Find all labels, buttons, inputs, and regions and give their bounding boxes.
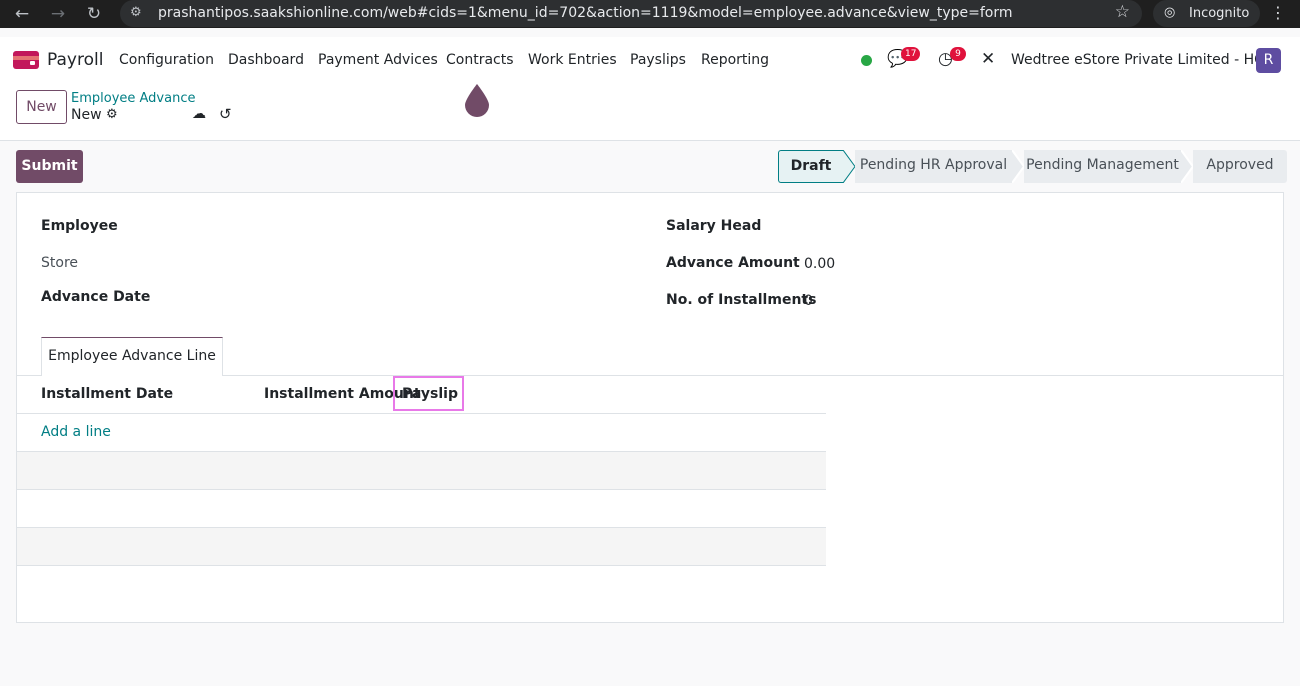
payroll-app-icon[interactable] xyxy=(13,51,39,69)
url-text[interactable]: prashantipos.saakshionline.com/web#cids=… xyxy=(158,5,1013,21)
installments-label: No. of Installments xyxy=(666,292,817,308)
user-avatar[interactable]: R xyxy=(1256,48,1281,73)
activities-badge: 9 xyxy=(950,47,966,61)
browser-toolbar: ← → ↻ ⚙ prashantipos.saakshionline.com/w… xyxy=(0,0,1300,28)
table-header: Installment Date Installment Amount Pays… xyxy=(17,376,826,414)
advance-lines-table: Installment Date Installment Amount Pays… xyxy=(17,376,826,566)
tab-employee-advance-line[interactable]: Employee Advance Line xyxy=(41,337,223,376)
stage-arrow xyxy=(1181,150,1193,183)
advance-date-label: Advance Date xyxy=(41,289,151,305)
salary-head-label: Salary Head xyxy=(666,218,762,234)
submit-button[interactable]: Submit xyxy=(16,150,83,183)
incognito-indicator[interactable]: ◎ Incognito xyxy=(1153,0,1260,27)
browser-menu-icon[interactable]: ⋮ xyxy=(1270,3,1286,22)
add-line-link[interactable]: Add a line xyxy=(41,424,111,440)
stage-pending-hr-approval[interactable]: Pending HR Approval xyxy=(855,150,1012,183)
table-row xyxy=(17,490,826,528)
site-info-icon[interactable]: ⚙ xyxy=(130,5,142,20)
incognito-icon: ◎ xyxy=(1164,5,1176,20)
column-payslip[interactable]: Payslip xyxy=(402,386,458,402)
menu-configuration[interactable]: Configuration xyxy=(119,52,214,68)
store-label: Store xyxy=(41,255,79,271)
new-button[interactable]: New xyxy=(16,90,67,124)
breadcrumb-current: New xyxy=(71,107,102,123)
breadcrumb-parent[interactable]: Employee Advance xyxy=(71,91,195,106)
save-cloud-icon[interactable]: ☁ xyxy=(192,106,206,122)
control-panel: New Employee Advance New ⚙ ☁ ↺ xyxy=(0,83,1300,141)
gear-icon[interactable]: ⚙ xyxy=(106,107,118,122)
stage-pending-management[interactable]: Pending Management xyxy=(1024,150,1181,183)
reload-icon[interactable]: ↻ xyxy=(83,4,105,24)
menu-reporting[interactable]: Reporting xyxy=(701,52,769,68)
stage-arrow xyxy=(1012,150,1024,183)
installments-field[interactable]: 0 xyxy=(804,293,813,309)
menu-work-entries[interactable]: Work Entries xyxy=(528,52,617,68)
company-switcher[interactable]: Wedtree eStore Private Limited - HO xyxy=(1011,52,1265,68)
status-bar: Draft Pending HR Approval Pending Manage… xyxy=(778,150,1287,183)
incognito-label: Incognito xyxy=(1189,6,1250,21)
debug-tools-icon[interactable]: ✕ xyxy=(981,49,995,69)
column-installment-date[interactable]: Installment Date xyxy=(41,386,173,402)
back-icon[interactable]: ← xyxy=(11,4,33,24)
table-row: Add a line xyxy=(17,414,826,452)
menu-dashboard[interactable]: Dashboard xyxy=(228,52,304,68)
bookmark-star-icon[interactable]: ☆ xyxy=(1115,2,1130,22)
table-row xyxy=(17,452,826,490)
menu-contracts[interactable]: Contracts xyxy=(446,52,514,68)
messages-badge: 17 xyxy=(901,47,921,61)
stage-approved[interactable]: Approved xyxy=(1193,150,1287,183)
discard-icon[interactable]: ↺ xyxy=(219,105,232,123)
form-sheet: Employee Store Advance Date Salary Head … xyxy=(16,192,1284,623)
stage-arrow xyxy=(843,150,855,183)
loading-drop-icon xyxy=(465,84,489,117)
table-row xyxy=(17,528,826,566)
address-bar[interactable]: ⚙ prashantipos.saakshionline.com/web#cid… xyxy=(120,0,1142,27)
app-name[interactable]: Payroll xyxy=(47,50,103,70)
menu-payslips[interactable]: Payslips xyxy=(630,52,686,68)
main-navbar: Payroll Configuration Dashboard Payment … xyxy=(0,37,1300,83)
employee-label: Employee xyxy=(41,218,118,234)
presence-status-dot xyxy=(861,55,872,66)
forward-icon[interactable]: → xyxy=(47,4,69,24)
stage-draft[interactable]: Draft xyxy=(778,150,843,183)
advance-amount-field[interactable]: 0.00 xyxy=(804,256,835,272)
menu-payment-advices[interactable]: Payment Advices xyxy=(318,52,438,68)
advance-amount-label: Advance Amount xyxy=(666,255,800,271)
